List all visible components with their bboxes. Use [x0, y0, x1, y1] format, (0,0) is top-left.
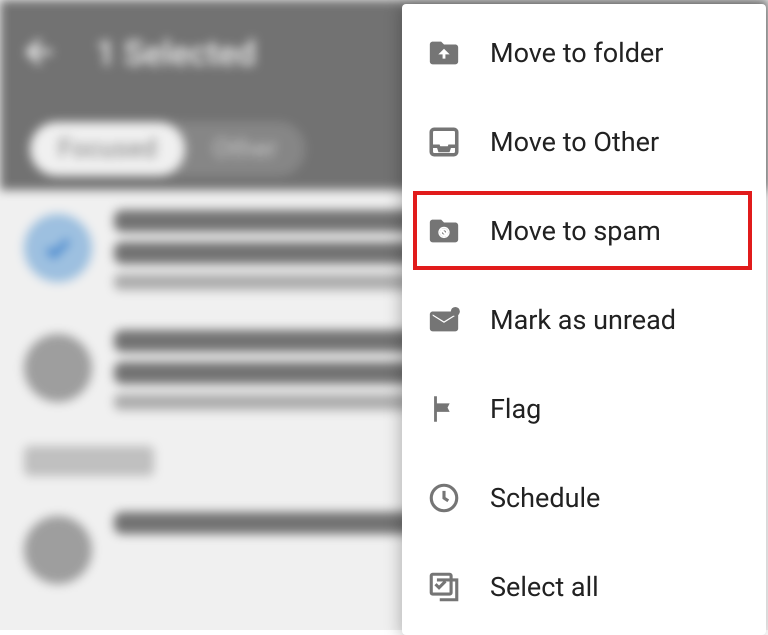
- inbox-icon: [426, 124, 462, 160]
- menu-label: Flag: [490, 393, 541, 425]
- flag-icon: [426, 391, 462, 427]
- menu-label: Move to spam: [490, 215, 661, 247]
- folder-icon: [426, 35, 462, 71]
- menu-move-to-spam[interactable]: Move to spam: [402, 186, 766, 275]
- unread-mail-icon: [426, 302, 462, 338]
- select-all-icon: [426, 569, 462, 605]
- menu-label: Select all: [490, 571, 599, 603]
- menu-flag[interactable]: Flag: [402, 364, 766, 453]
- menu-label: Move to Other: [490, 126, 659, 158]
- spam-folder-icon: [426, 213, 462, 249]
- overflow-menu: Move to folder Move to Other Move to spa…: [402, 4, 766, 635]
- menu-label: Move to folder: [490, 37, 663, 69]
- menu-schedule[interactable]: Schedule: [402, 453, 766, 542]
- menu-label: Mark as unread: [490, 304, 676, 336]
- clock-icon: [426, 480, 462, 516]
- menu-label: Schedule: [490, 482, 600, 514]
- menu-mark-unread[interactable]: Mark as unread: [402, 275, 766, 364]
- menu-move-to-other[interactable]: Move to Other: [402, 97, 766, 186]
- menu-select-all[interactable]: Select all: [402, 542, 766, 631]
- menu-move-to-folder[interactable]: Move to folder: [402, 8, 766, 97]
